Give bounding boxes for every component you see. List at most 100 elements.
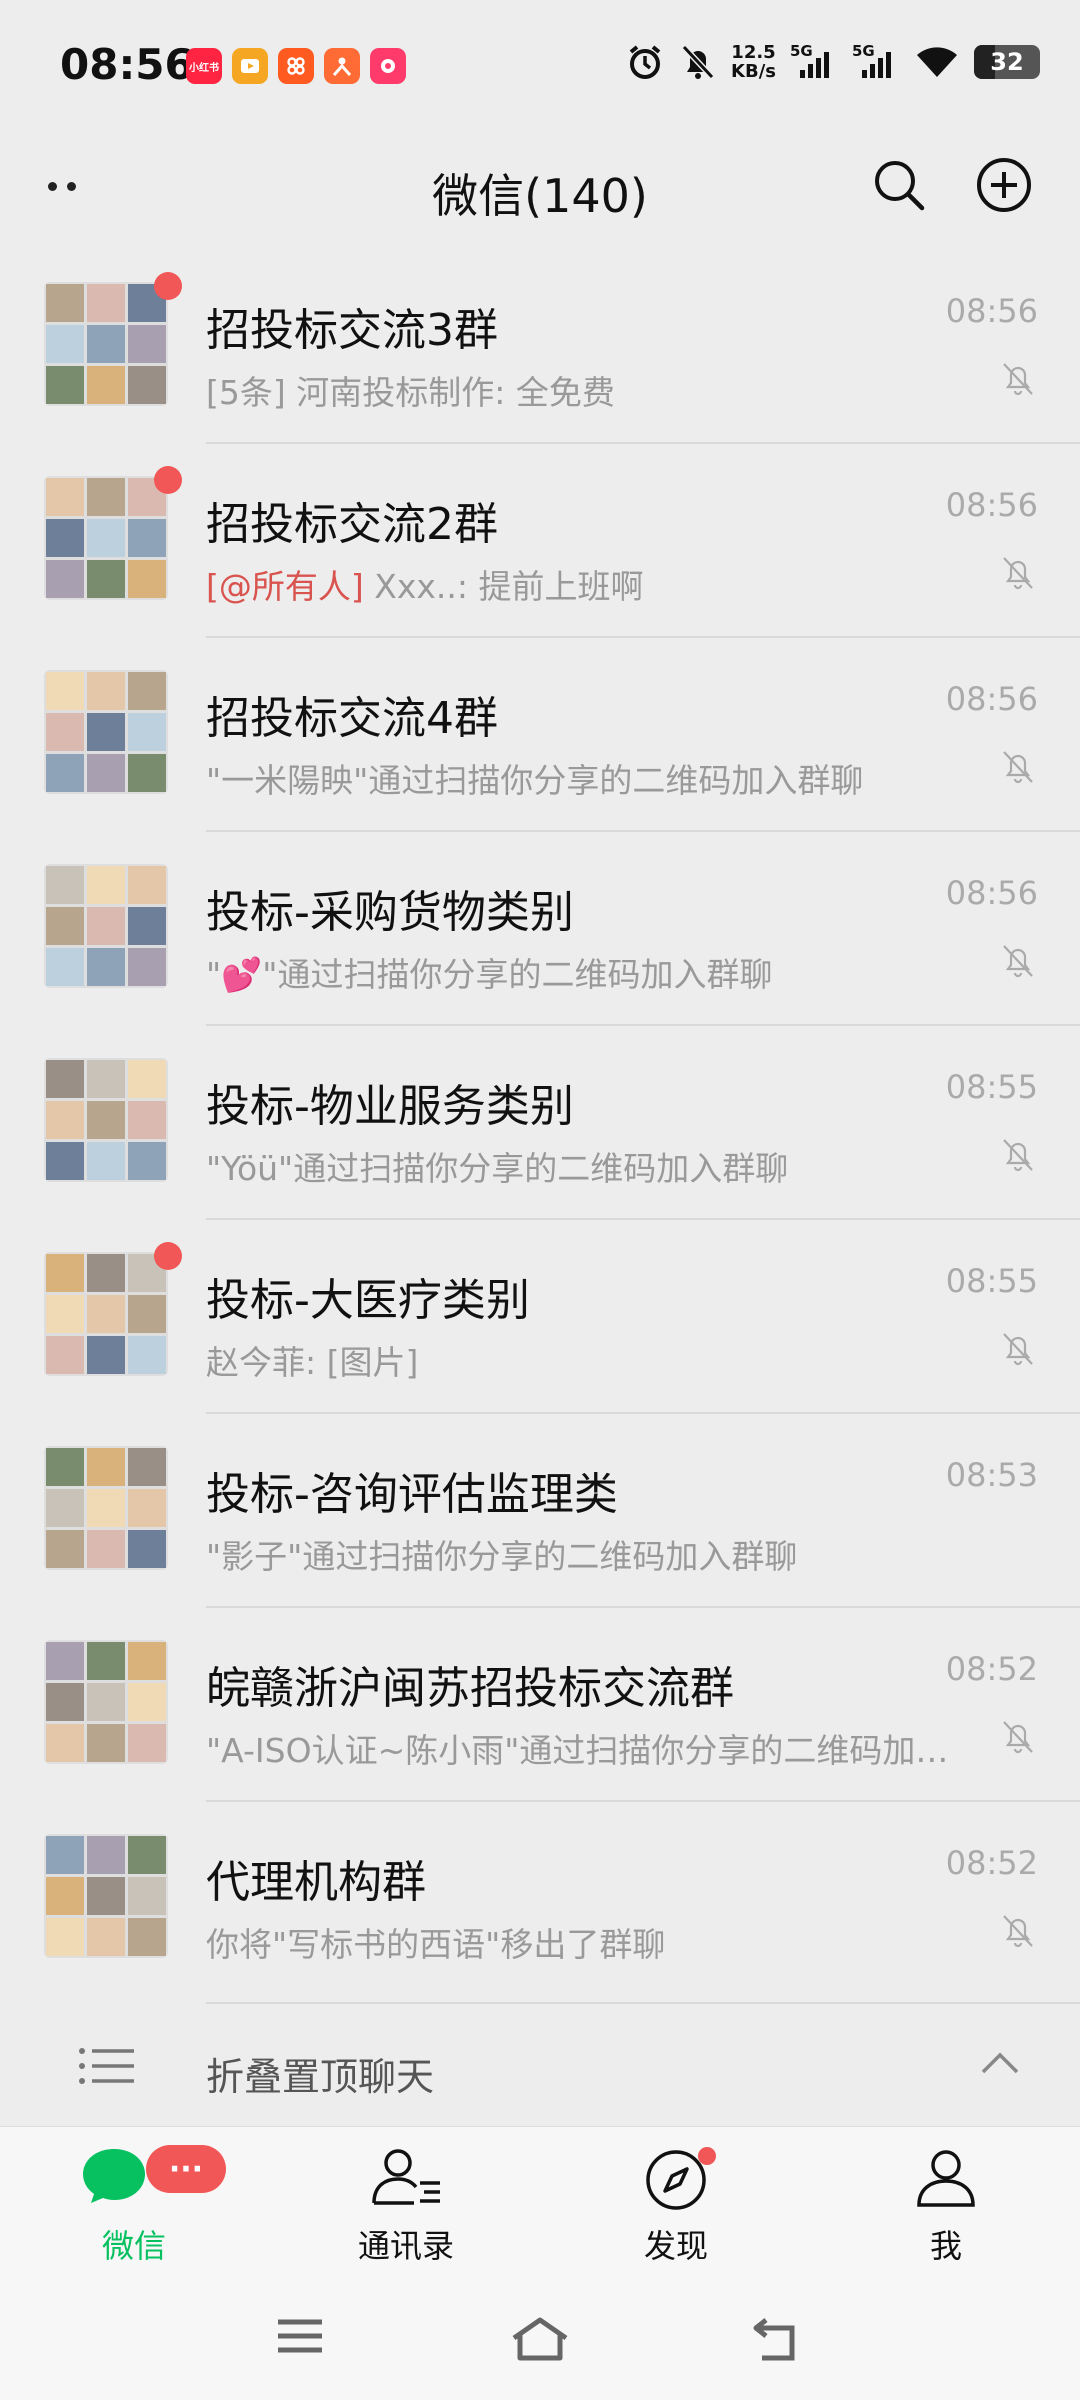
chat-row[interactable]: 招投标交流4群 "一米陽眏"通过扫描你分享的二维码加入群聊 08:56 xyxy=(0,638,1080,832)
avatar-tile xyxy=(87,1836,125,1874)
signal-icon xyxy=(800,52,829,78)
avatar-tile xyxy=(87,560,125,598)
tab-label: 我 xyxy=(929,2227,962,2265)
avatar-tile xyxy=(87,1142,125,1180)
chat-name: 皖赣浙沪闽苏招投标交流群 xyxy=(206,1663,734,1714)
chevron-up-icon[interactable] xyxy=(980,2050,1020,2076)
chat-name: 招投标交流3群 xyxy=(206,305,498,356)
avatar-tile xyxy=(87,1642,125,1680)
chat-name: 代理机构群 xyxy=(206,1857,426,1908)
chat-name: 招投标交流2群 xyxy=(206,499,498,550)
avatar-tile xyxy=(128,519,166,557)
search-icon[interactable] xyxy=(870,156,928,214)
avatar-tile xyxy=(128,1448,166,1486)
chat-row[interactable]: 代理机构群 你将"写标书的西语"移出了群聊 08:52 xyxy=(0,1802,1080,1996)
chat-time: 08:56 xyxy=(945,486,1038,524)
chat-preview: "A-ISO认证~陈小雨"通过扫描你分享的二维码加入群聊 xyxy=(206,1731,956,1770)
unread-dot xyxy=(154,1242,182,1270)
chat-row[interactable]: 招投标交流3群 [5条] 河南投标制作: 全免费 08:56 xyxy=(0,250,1080,444)
avatar-tile xyxy=(128,1836,166,1874)
back-icon[interactable] xyxy=(752,2316,804,2362)
avatar-tile xyxy=(128,325,166,363)
avatar-tile xyxy=(128,672,166,710)
unread-dot xyxy=(154,272,182,300)
tab-contacts[interactable]: 通讯录 xyxy=(296,2145,516,2267)
signal-sim1: 5G xyxy=(790,42,838,82)
avatar-tile xyxy=(46,1489,84,1527)
avatar-tile xyxy=(46,1877,84,1915)
avatar-tile xyxy=(46,1448,84,1486)
fold-pinned-chats[interactable]: 折叠置顶聊天 xyxy=(0,2002,1080,2126)
avatar-tile xyxy=(87,1101,125,1139)
chat-row[interactable]: 投标-采购货物类别 "💕"通过扫描你分享的二维码加入群聊 08:56 xyxy=(0,832,1080,1026)
chat-name: 投标-咨询评估监理类 xyxy=(206,1469,618,1520)
home-icon[interactable] xyxy=(510,2316,570,2362)
unread-dot xyxy=(154,466,182,494)
avatar-tile xyxy=(87,1489,125,1527)
person-icon xyxy=(917,2150,975,2207)
chat-row[interactable]: 招投标交流2群 [@所有人] Xxx..: 提前上班啊 08:56 xyxy=(0,444,1080,638)
tab-label: 发现 xyxy=(643,2227,708,2265)
avatar-tile xyxy=(128,713,166,751)
chat-name: 投标-物业服务类别 xyxy=(206,1081,574,1132)
tab-label: 通讯录 xyxy=(357,2227,454,2265)
avatar-tile xyxy=(87,1918,125,1956)
chat-list: 招投标交流3群 [5条] 河南投标制作: 全免费 08:56 招投标交流2群 [… xyxy=(0,250,1080,1996)
status-indicators: 12.5 KB/s 5G 5G 32 xyxy=(625,42,1040,82)
avatar-tile xyxy=(46,1295,84,1333)
do-not-disturb-icon xyxy=(681,44,715,80)
avatar-tile xyxy=(128,948,166,986)
status-time: 08:56 xyxy=(60,40,194,89)
chat-name: 招投标交流4群 xyxy=(206,693,498,744)
xiaohongshu-icon: 小红书 xyxy=(186,48,222,84)
discover-dot xyxy=(698,2147,716,2165)
avatar-tile xyxy=(87,1295,125,1333)
chat-row[interactable]: 投标-大医疗类别 赵今菲: [图片] 08:55 xyxy=(0,1220,1080,1414)
unread-badge: ··· xyxy=(146,2145,226,2193)
avatar-tile xyxy=(46,754,84,792)
chat-row[interactable]: 皖赣浙沪闽苏招投标交流群 "A-ISO认证~陈小雨"通过扫描你分享的二维码加入群… xyxy=(0,1608,1080,1802)
chat-row[interactable]: 投标-咨询评估监理类 "影子"通过扫描你分享的二维码加入群聊 08:53 xyxy=(0,1414,1080,1608)
avatar-tile xyxy=(87,478,125,516)
group-avatar xyxy=(44,1640,168,1764)
avatar-tile xyxy=(128,1877,166,1915)
tab-chats[interactable]: ··· 微信 xyxy=(24,2145,244,2267)
avatar-tile xyxy=(87,519,125,557)
chat-preview: [5条] 河南投标制作: 全免费 xyxy=(206,373,615,412)
chat-preview: "💕"通过扫描你分享的二维码加入群聊 xyxy=(206,955,773,994)
notification-app-icons: 小红书 xyxy=(186,48,406,84)
add-icon[interactable] xyxy=(975,156,1033,214)
tab-me[interactable]: 我 xyxy=(836,2145,1056,2267)
chat-row[interactable]: 投标-物业服务类别 "Yöü"通过扫描你分享的二维码加入群聊 08:55 xyxy=(0,1026,1080,1220)
group-avatar xyxy=(44,864,168,988)
game-app-icon xyxy=(370,48,406,84)
mute-bell-icon xyxy=(1003,945,1033,978)
avatar-tile xyxy=(128,1642,166,1680)
avatar-tile xyxy=(128,1683,166,1721)
tab-label: 微信 xyxy=(101,2227,166,2265)
avatar-tile xyxy=(46,1142,84,1180)
avatar-tile xyxy=(46,1060,84,1098)
chat-bubble-icon xyxy=(83,2149,145,2203)
chat-time: 08:52 xyxy=(945,1844,1038,1882)
tab-discover[interactable]: 发现 xyxy=(566,2145,786,2267)
avatar-tile xyxy=(128,366,166,404)
avatar-tile xyxy=(87,1683,125,1721)
avatar-tile xyxy=(87,1448,125,1486)
menu-icon[interactable] xyxy=(276,2316,324,2356)
avatar-tile xyxy=(46,907,84,945)
chat-time: 08:52 xyxy=(945,1650,1038,1688)
chat-time: 08:56 xyxy=(945,680,1038,718)
chat-time: 08:55 xyxy=(945,1262,1038,1300)
avatar-tile xyxy=(46,478,84,516)
alarm-icon xyxy=(629,45,661,79)
group-avatar xyxy=(44,1252,168,1376)
avatar-tile xyxy=(46,713,84,751)
avatar-tile xyxy=(46,866,84,904)
chat-name: 投标-大医疗类别 xyxy=(206,1275,530,1326)
avatar-tile xyxy=(46,1836,84,1874)
avatar-tile xyxy=(87,1530,125,1568)
system-nav-bar xyxy=(0,2276,1080,2400)
avatar-tile xyxy=(128,1060,166,1098)
avatar-tile xyxy=(128,1336,166,1374)
